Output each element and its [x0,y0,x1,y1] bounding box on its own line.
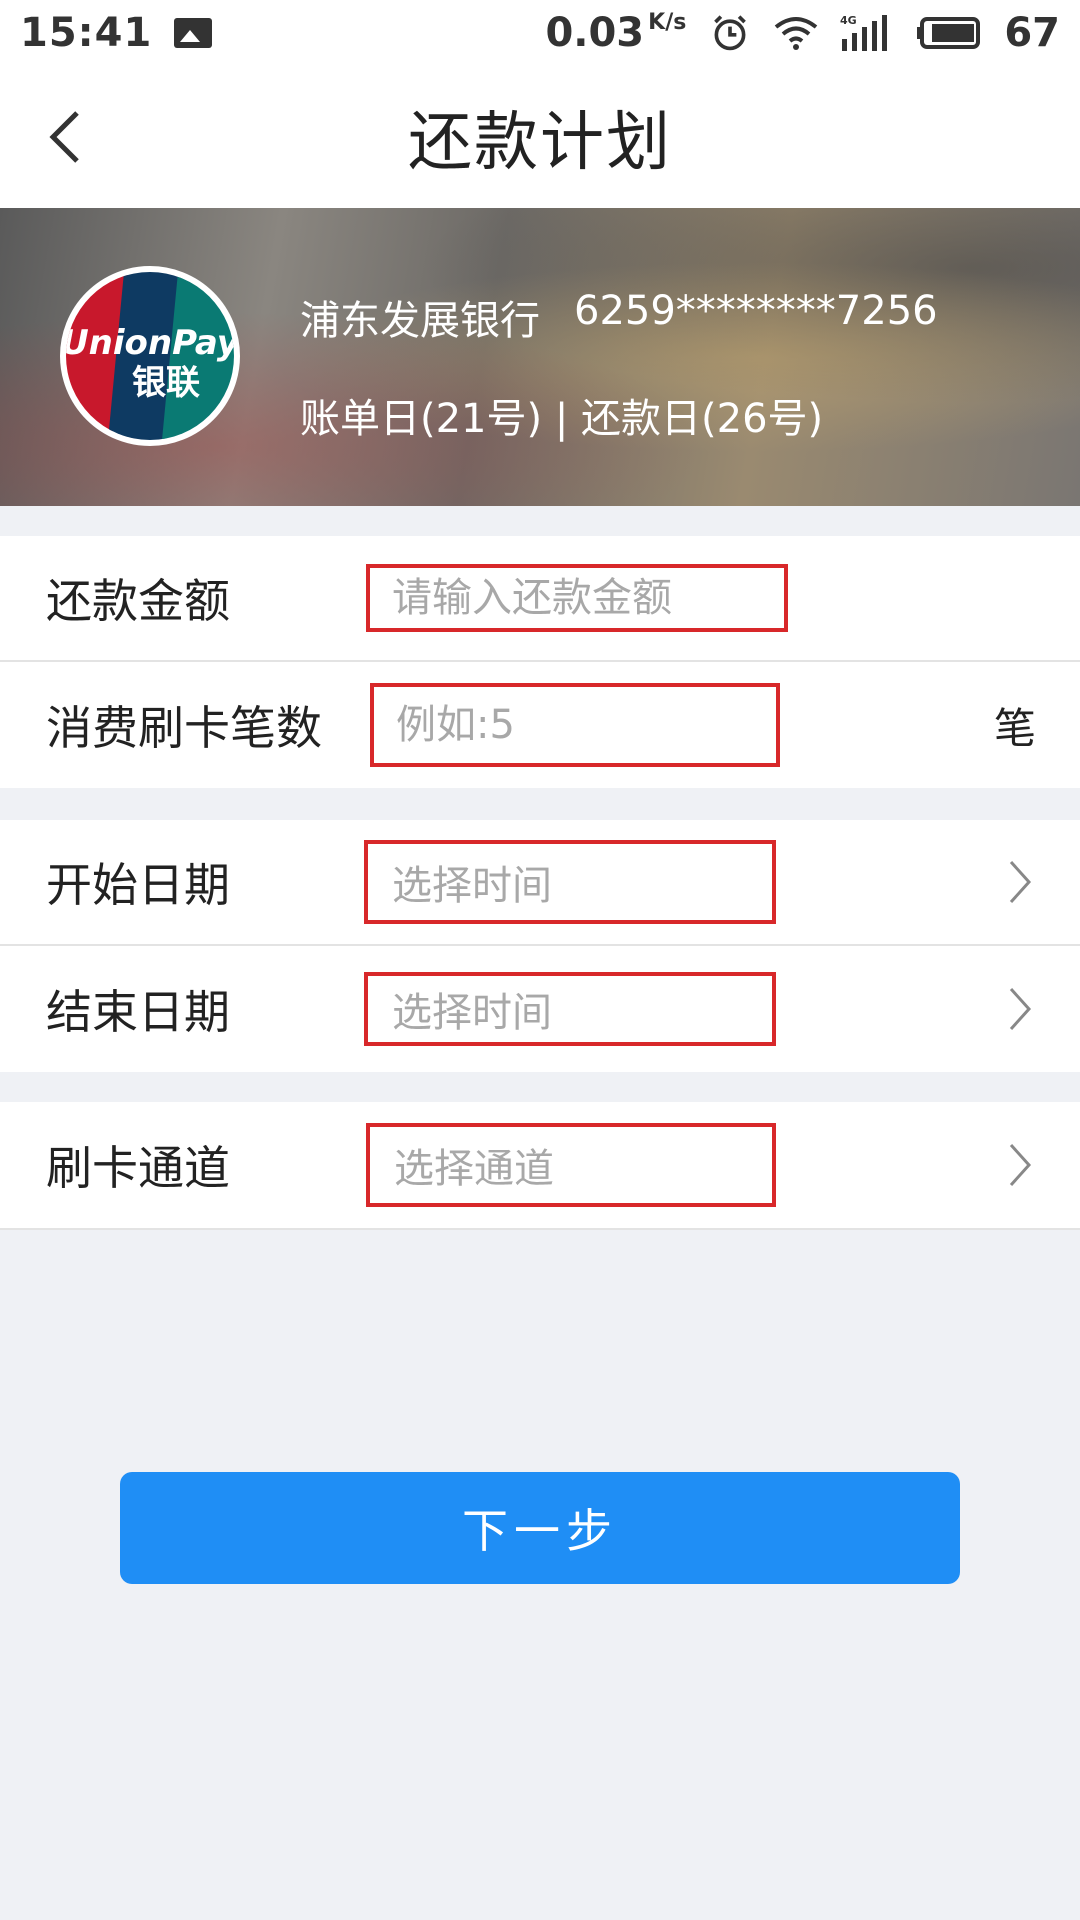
start-date-row[interactable]: 开始日期 选择时间 [0,820,1080,946]
count-input[interactable] [370,683,780,767]
gallery-notification-icon [174,18,213,48]
network-speed: 0.03 K/s [545,10,686,56]
start-date-label: 开始日期 [46,858,230,912]
signal-4g-icon: 4G [840,14,888,51]
status-indicators: 0.03 K/s 4G 67 [545,10,1060,56]
next-step-button[interactable]: 下一步 [120,1472,960,1584]
amount-row: 还款金额 [0,536,1080,662]
form-group-channel: 刷卡通道 选择通道 [0,1102,1080,1230]
billing-dates: 账单日(21号) | 还款日(26号) [300,396,824,442]
logo-text-top: UnionPay [66,323,234,363]
chevron-right-icon [1000,981,1040,1037]
battery-icon [917,17,981,49]
chevron-right-icon [1000,854,1040,910]
battery-level: 67 [1004,10,1060,56]
channel-select[interactable]: 选择通道 [366,1123,776,1207]
amount-input[interactable] [366,564,788,632]
form-group-amount: 还款金额 消费刷卡笔数 笔 [0,536,1080,788]
back-button[interactable] [30,102,100,172]
count-row: 消费刷卡笔数 笔 [0,662,1080,788]
logo-text-bottom: 银联 [132,363,200,403]
chevron-left-icon [49,111,79,163]
count-label: 消费刷卡笔数 [46,701,322,755]
network-speed-unit: K/s [648,10,687,35]
card-number: 6259********7256 [574,288,938,334]
unionpay-logo: UnionPay 银联 [60,266,240,446]
amount-label: 还款金额 [46,574,230,628]
page-title: 还款计划 [408,106,672,180]
svg-text:4G: 4G [840,14,857,27]
chevron-right-icon [1000,1137,1040,1193]
status-time: 15:41 [20,10,153,56]
channel-row[interactable]: 刷卡通道 选择通道 [0,1102,1080,1228]
end-date-row[interactable]: 结束日期 选择时间 [0,946,1080,1072]
nav-bar: 还款计划 [0,66,1080,208]
card-info: 浦东发展银行 6259********7256 账单日(21号) | 还款日(2… [300,288,938,444]
alarm-icon [714,15,747,51]
status-bar: 15:41 0.03 K/s 4G 67 [0,0,1080,66]
wifi-icon [775,17,818,50]
bank-name: 浦东发展银行 [300,298,540,344]
unionpay-logo-graphic: UnionPay 银联 [66,272,234,440]
end-date-select[interactable]: 选择时间 [364,972,776,1046]
form-group-dates: 开始日期 选择时间 结束日期 选择时间 [0,820,1080,1072]
end-date-label: 结束日期 [46,985,230,1039]
network-speed-value: 0.03 [545,10,645,56]
channel-label: 刷卡通道 [46,1141,230,1195]
start-date-select[interactable]: 选择时间 [364,840,776,924]
card-banner: UnionPay 银联 浦东发展银行 6259********7256 账单日(… [0,208,1080,506]
count-unit: 笔 [993,703,1036,753]
